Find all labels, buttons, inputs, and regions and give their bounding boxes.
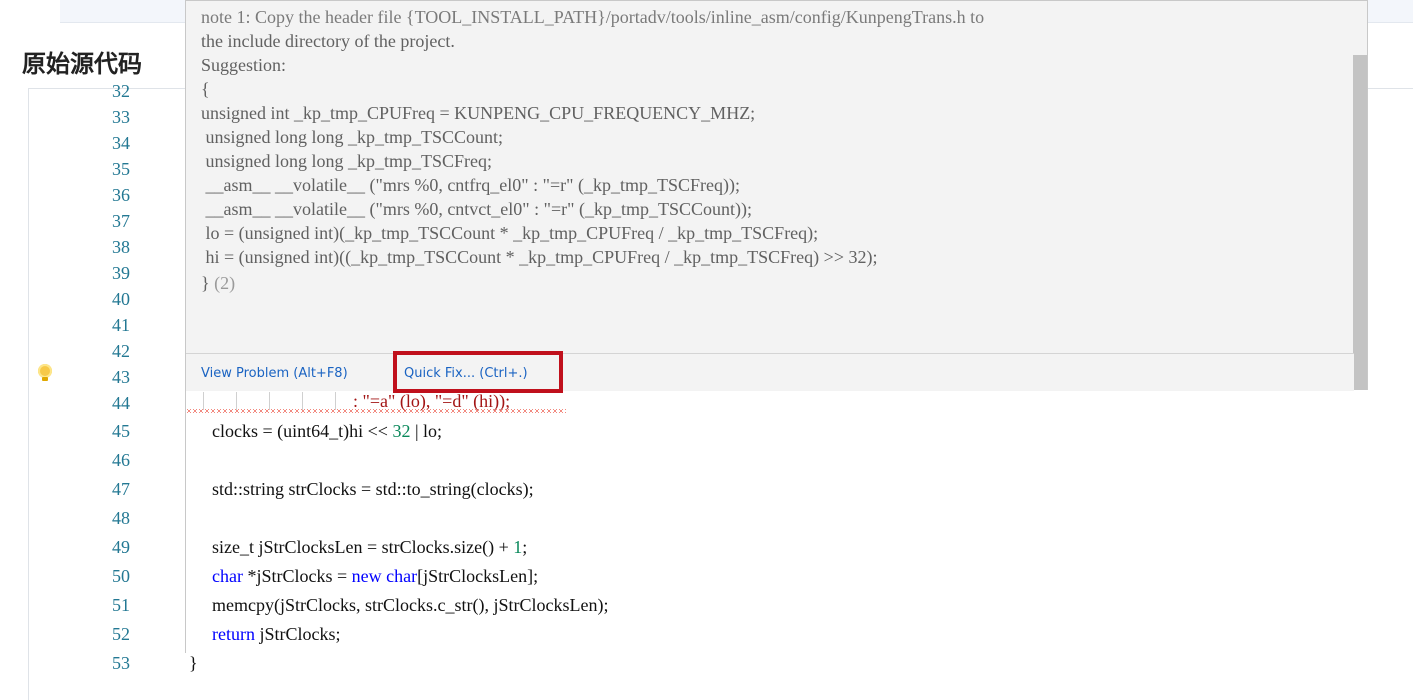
hover-content: note 1: Copy the header file {TOOL_INSTA…: [201, 1, 1341, 353]
line-number: 44: [112, 393, 130, 413]
line-number: 50: [112, 566, 130, 586]
hover-note-line: note 1: Copy the header file {TOOL_INSTA…: [201, 7, 985, 27]
code-line-48: size_t jStrClocksLen = strClocks.size() …: [212, 537, 528, 557]
line-number: 36: [112, 185, 130, 205]
line-number: 47: [112, 479, 130, 499]
line-number: 52: [112, 624, 130, 644]
line-number: 45: [112, 421, 130, 441]
line-number: 43: [112, 367, 130, 387]
section-title: 原始源代码: [22, 50, 142, 78]
indent-guides: [186, 392, 348, 410]
quick-fix-highlight: [393, 351, 563, 393]
lightbulb-icon[interactable]: [38, 364, 52, 381]
hover-code-line: hi = (unsigned int)((_kp_tmp_TSCCount * …: [201, 247, 878, 267]
code-line-51: return jStrClocks;: [212, 624, 341, 644]
line-number: 37: [112, 211, 130, 231]
hover-code-line: unsigned int _kp_tmp_CPUFreq = KUNPENG_C…: [201, 103, 756, 123]
code-line-49: char *jStrClocks = new char[jStrClocksLe…: [212, 566, 539, 586]
view-problem-link[interactable]: View Problem (Alt+F8): [201, 366, 348, 381]
line-number: 34: [112, 133, 130, 153]
line-number: 42: [112, 341, 130, 361]
error-squiggle: [186, 409, 566, 413]
line-number: 41: [112, 315, 130, 335]
hover-status-bar: View Problem (Alt+F8) Quick Fix... (Ctrl…: [186, 353, 1354, 391]
line-number: 40: [112, 289, 130, 309]
hover-code-line: __asm__ __volatile__ ("mrs %0, cntfrq_el…: [201, 175, 740, 195]
line-number: 35: [112, 159, 130, 179]
line-number: 38: [112, 237, 130, 257]
line-number: 48: [112, 508, 130, 528]
code-line-50: memcpy(jStrClocks, strClocks.c_str(), jS…: [212, 595, 609, 615]
problem-hover-widget[interactable]: note 1: Copy the header file {TOOL_INSTA…: [185, 0, 1368, 391]
code-line-46: std::string strClocks = std::to_string(c…: [212, 479, 534, 499]
line-number: 53: [112, 653, 130, 673]
hover-code-line: } (2): [201, 273, 236, 293]
line-number: 46: [112, 450, 130, 470]
code-line-52: }: [189, 653, 198, 673]
hover-scrollbar[interactable]: [1353, 55, 1367, 390]
line-number: 51: [112, 595, 130, 615]
line-number: 32: [112, 81, 130, 101]
line-number: 39: [112, 263, 130, 283]
hover-code-line: {: [201, 79, 210, 99]
line-number: 49: [112, 537, 130, 557]
hover-suggestion-label: Suggestion:: [201, 55, 287, 75]
hover-code-line: lo = (unsigned int)(_kp_tmp_TSCCount * _…: [201, 223, 819, 243]
hover-note-line: the include directory of the project.: [201, 31, 455, 51]
line-number: 33: [112, 107, 130, 127]
hover-code-line: unsigned long long _kp_tmp_TSCCount;: [201, 127, 504, 147]
code-gutter-divider: [185, 388, 186, 653]
hover-code-line: __asm__ __volatile__ ("mrs %0, cntvct_el…: [201, 199, 752, 219]
code-line-44: clocks = (uint64_t)hi << 32 | lo;: [212, 421, 443, 441]
hover-code-line: unsigned long long _kp_tmp_TSCFreq;: [201, 151, 493, 171]
